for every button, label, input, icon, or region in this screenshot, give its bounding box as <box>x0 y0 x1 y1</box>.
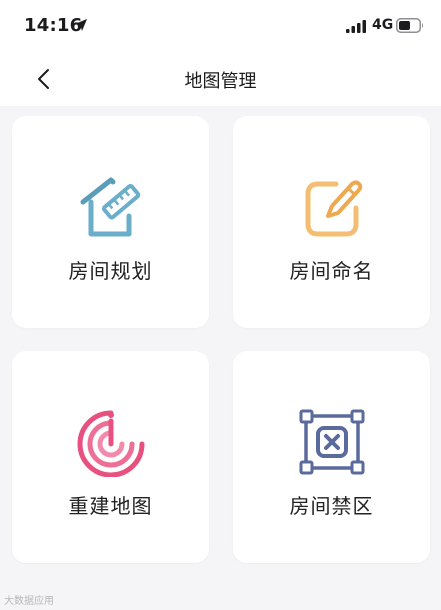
page-title: 地图管理 <box>184 71 257 92</box>
rebuild-map-card[interactable]: 重建地图 <box>12 351 209 563</box>
network-label: 4G <box>372 17 394 33</box>
restricted-zone-icon <box>299 409 364 475</box>
room-planning-icon <box>80 177 140 237</box>
restricted-zone-label: 房间禁区 <box>289 494 374 518</box>
battery-icon <box>396 18 423 33</box>
room-planning-label: 房间规划 <box>68 259 153 283</box>
rebuild-map-label: 重建地图 <box>68 494 153 518</box>
room-naming-label: 房间命名 <box>289 259 374 283</box>
room-planning-card[interactable]: 房间规划 <box>12 116 209 328</box>
room-naming-card[interactable]: 房间命名 <box>233 116 430 328</box>
map-management-grid: 房间规划 房间命名 重建地图 房间禁区 <box>0 106 441 610</box>
watermark: 大数据应用 <box>4 596 54 607</box>
restricted-zone-card[interactable]: 房间禁区 <box>233 351 430 563</box>
signal-icon <box>346 20 366 33</box>
status-bar: 14:16 4G <box>0 0 441 52</box>
room-naming-icon <box>305 180 362 237</box>
nav-bar: 地图管理 <box>0 52 441 106</box>
rebuild-map-icon <box>77 410 144 477</box>
location-arrow-icon <box>75 19 87 31</box>
